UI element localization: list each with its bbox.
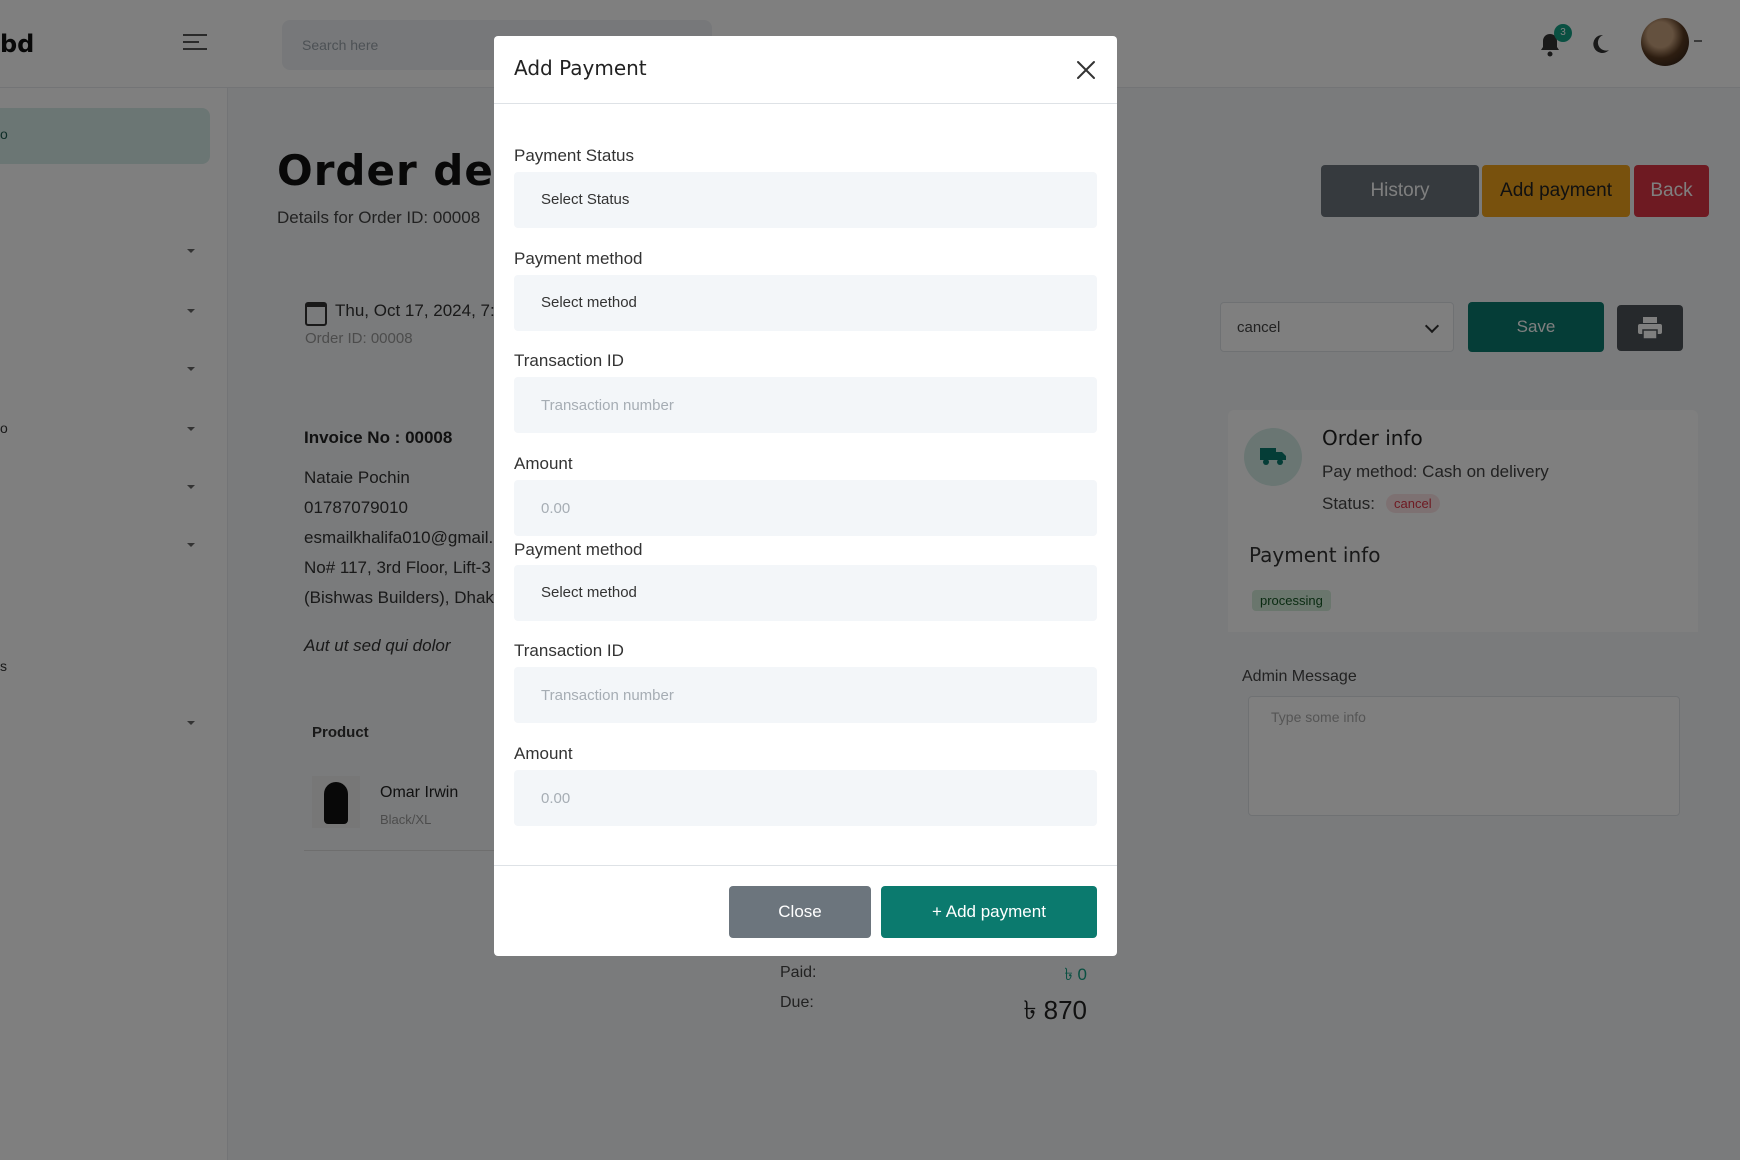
transaction-id-input[interactable] [514,377,1097,433]
close-icon[interactable] [1074,58,1098,82]
transaction-id-label-2: Transaction ID [514,641,624,660]
transaction-id-label: Transaction ID [514,351,624,370]
amount-input[interactable] [514,480,1097,536]
add-payment-submit-button[interactable]: + Add payment [881,886,1097,938]
modal-header: Add Payment [494,36,1117,104]
payment-status-label: Payment Status [514,146,635,165]
modal-title: Add Payment [514,56,647,80]
transaction-id-input-2[interactable] [514,667,1097,723]
payment-method-select[interactable]: Select method [514,275,1097,331]
close-button[interactable]: Close [729,886,871,938]
amount-label: Amount [514,454,573,473]
amount-input-2[interactable] [514,770,1097,826]
add-payment-modal: Add Payment Payment Status Select Status… [494,36,1117,956]
payment-method-select-2[interactable]: Select method [514,565,1097,621]
amount-label-2: Amount [514,744,573,763]
payment-method-label-2: Payment method [514,540,643,559]
payment-status-select[interactable]: Select Status [514,172,1097,228]
payment-method-label: Payment method [514,249,643,268]
